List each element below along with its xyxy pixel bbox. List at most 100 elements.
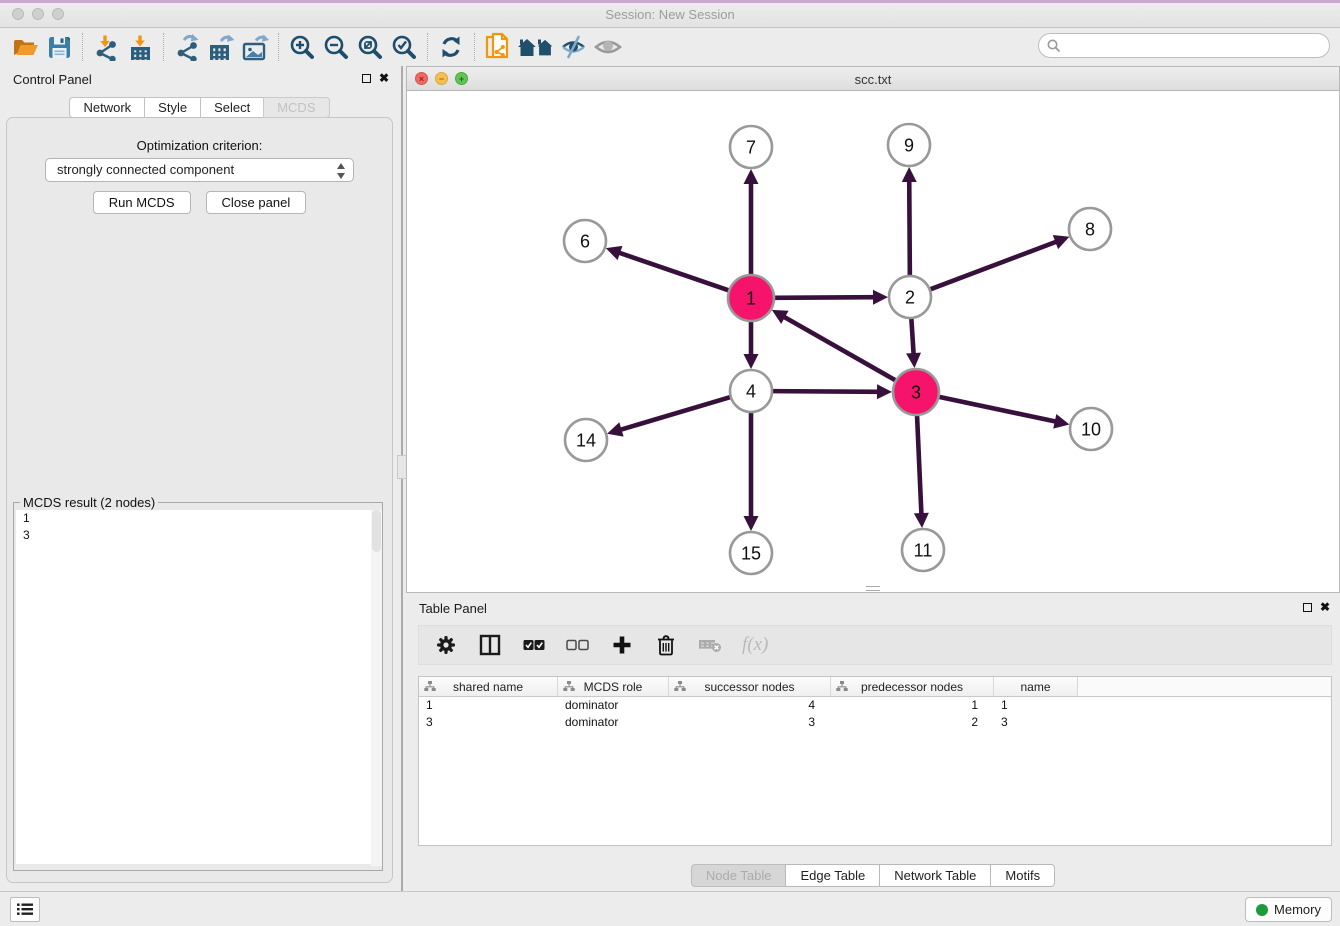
eye-icon: [593, 35, 623, 59]
deselect-all-button[interactable]: [566, 633, 590, 657]
export-image-button[interactable]: [238, 31, 272, 63]
memory-button[interactable]: Memory: [1245, 897, 1332, 922]
zoom-out-icon: [323, 34, 349, 60]
graph-edge-2-3[interactable]: [911, 318, 913, 355]
table-cell[interactable]: 3: [669, 714, 831, 731]
column-header-successor-nodes[interactable]: successor nodes: [669, 677, 831, 697]
status-bar: Memory: [0, 891, 1340, 926]
graph-edge-2-9[interactable]: [909, 180, 910, 276]
function-builder-button[interactable]: f(x): [742, 633, 768, 657]
zoom-selected-icon: [391, 34, 417, 60]
run-mcds-button[interactable]: Run MCDS: [93, 191, 191, 214]
memory-label: Memory: [1274, 902, 1321, 917]
columns-icon: [479, 634, 501, 656]
column-view-button[interactable]: [478, 633, 502, 657]
table-row[interactable]: 3dominator323: [419, 714, 1331, 731]
column-header-name[interactable]: name: [994, 677, 1078, 697]
graph-edge-3-1[interactable]: [783, 316, 896, 380]
export-network-button[interactable]: [170, 31, 204, 63]
column-header-label: successor nodes: [704, 680, 794, 694]
column-header-MCDS-role[interactable]: MCDS role: [558, 677, 669, 697]
control-panel-title: Control Panel: [13, 72, 92, 87]
graph-edge-1-2[interactable]: [774, 297, 875, 298]
network-resize-grip[interactable]: [866, 586, 880, 591]
table-settings-button[interactable]: [434, 633, 458, 657]
network-minimize-button[interactable]: −: [435, 72, 448, 85]
delete-column-button[interactable]: [698, 633, 722, 657]
close-panel-icon[interactable]: ✖: [379, 72, 389, 84]
close-table-panel-icon[interactable]: ✖: [1320, 601, 1330, 613]
float-panel-icon[interactable]: [362, 74, 371, 83]
network-canvas[interactable]: 7968124314101511: [407, 91, 1339, 592]
tab-style[interactable]: Style: [144, 97, 201, 118]
network-file-icon: [484, 32, 512, 62]
network-window-titlebar[interactable]: scc.txt × − +: [407, 67, 1339, 91]
open-folder-icon: [12, 34, 39, 60]
graph-edge-4-3[interactable]: [772, 391, 879, 392]
tab-network[interactable]: Network: [69, 97, 145, 118]
zoom-in-button[interactable]: [285, 31, 319, 63]
zoom-out-button[interactable]: [319, 31, 353, 63]
graph-node-label: 14: [576, 430, 596, 450]
save-session-button[interactable]: [42, 31, 76, 63]
table-cell[interactable]: 3: [994, 714, 1078, 731]
result-scrollbar[interactable]: [371, 510, 382, 866]
refresh-icon: [438, 34, 464, 60]
open-file-button[interactable]: [8, 31, 42, 63]
task-history-button[interactable]: [10, 897, 40, 922]
optimization-criterion-label: Optimization criterion:: [7, 138, 392, 153]
tab-node-table[interactable]: Node Table: [691, 864, 787, 887]
hide-selected-button[interactable]: [557, 31, 591, 63]
export-network-icon: [174, 34, 201, 61]
first-neighbors-button[interactable]: [515, 31, 557, 63]
table-cell[interactable]: 3: [419, 714, 558, 731]
apply-layout-button[interactable]: [434, 31, 468, 63]
graph-edge-4-14[interactable]: [620, 397, 731, 430]
import-table-button[interactable]: [123, 31, 157, 63]
eye-slash-icon: [560, 34, 588, 60]
mcds-panel: Optimization criterion: strongly connect…: [6, 117, 393, 883]
export-table-button[interactable]: [204, 31, 238, 63]
graph-node-label: 4: [746, 381, 756, 401]
new-network-from-selection-button[interactable]: [481, 31, 515, 63]
column-header-predecessor-nodes[interactable]: predecessor nodes: [831, 677, 994, 697]
tab-mcds[interactable]: MCDS: [263, 97, 329, 118]
mcds-result-textarea[interactable]: 13: [16, 510, 380, 864]
tab-motifs[interactable]: Motifs: [990, 864, 1055, 887]
tab-edge-table[interactable]: Edge Table: [785, 864, 880, 887]
app-title: Session: New Session: [0, 0, 1340, 28]
close-panel-button[interactable]: Close panel: [206, 191, 307, 214]
table-cell[interactable]: dominator: [558, 714, 669, 731]
import-network-icon: [93, 34, 120, 61]
table-row[interactable]: 1dominator411: [419, 697, 1331, 714]
column-header-shared-name[interactable]: shared name: [419, 677, 558, 697]
table-header-row: shared nameMCDS role successor nodes prede…: [419, 677, 1331, 697]
graph-edge-3-10[interactable]: [939, 397, 1057, 422]
table-cell[interactable]: 1: [994, 697, 1078, 714]
float-table-panel-icon[interactable]: [1303, 603, 1312, 612]
toolbar-separator: [427, 33, 428, 61]
zoom-in-icon: [289, 34, 315, 60]
zoom-selected-button[interactable]: [387, 31, 421, 63]
table-cell[interactable]: 2: [831, 714, 994, 731]
table-cell[interactable]: 1: [831, 697, 994, 714]
zoom-fit-button[interactable]: [353, 31, 387, 63]
table-cell[interactable]: 1: [419, 697, 558, 714]
delete-table-button[interactable]: [654, 633, 678, 657]
select-all-button[interactable]: [522, 633, 546, 657]
show-graphics-details-button[interactable]: [591, 31, 625, 63]
network-close-button[interactable]: ×: [415, 72, 428, 85]
table-cell[interactable]: 4: [669, 697, 831, 714]
add-row-button[interactable]: [610, 633, 634, 657]
search-field[interactable]: [1038, 33, 1330, 58]
tab-select[interactable]: Select: [200, 97, 264, 118]
import-network-button[interactable]: [89, 31, 123, 63]
tab-network-table[interactable]: Network Table: [879, 864, 991, 887]
criterion-dropdown[interactable]: strongly connected component: [45, 158, 354, 182]
graph-edge-3-11[interactable]: [917, 415, 921, 515]
table-cell[interactable]: dominator: [558, 697, 669, 714]
graph-edge-2-8[interactable]: [930, 241, 1058, 289]
graph-edge-1-6[interactable]: [618, 252, 729, 290]
search-input[interactable]: [1066, 37, 1329, 54]
network-maximize-button[interactable]: +: [455, 72, 468, 85]
